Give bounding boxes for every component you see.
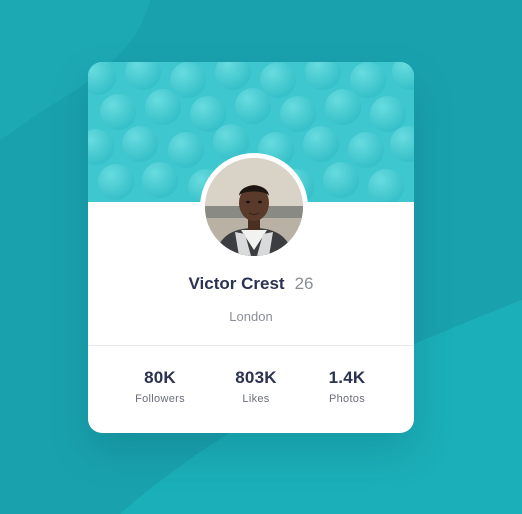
stat-photos: 1.4K Photos xyxy=(292,368,402,405)
stat-label: Photos xyxy=(328,393,366,405)
avatar xyxy=(200,153,308,261)
profile-age: 26 xyxy=(294,274,314,293)
divider xyxy=(88,345,414,346)
stat-value: 80K xyxy=(144,368,176,387)
stat-followers: 80K Followers xyxy=(105,368,215,405)
profile-location: London xyxy=(229,309,273,324)
stat-value: 1.4K xyxy=(328,368,366,387)
name-row: Victor Crest 26 xyxy=(88,274,414,294)
avatar-photo xyxy=(205,158,303,256)
profile-card: Victor Crest 26 London 80K Followers 803K… xyxy=(88,62,414,433)
stat-label: Followers xyxy=(135,393,185,405)
profile-name: Victor Crest xyxy=(188,274,285,293)
